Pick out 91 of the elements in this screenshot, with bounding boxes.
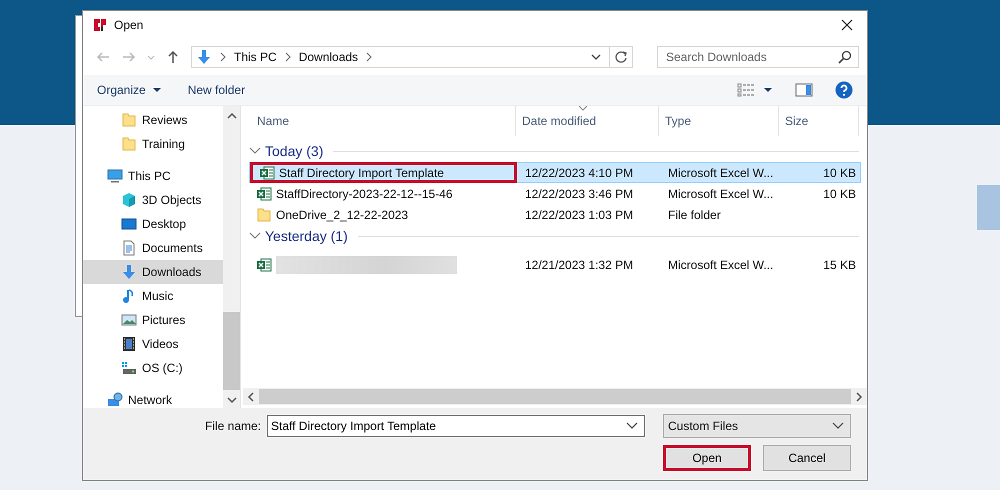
spreadsheet-icon — [256, 186, 272, 202]
nav-item[interactable]: Pictures — [83, 308, 223, 332]
scrollbar-thumb[interactable] — [223, 312, 240, 390]
cancel-button[interactable]: Cancel — [763, 445, 851, 471]
network-icon — [107, 392, 123, 408]
file-row[interactable]: Staff Directory Import Template 12/22/2023 4:10 PM Microsoft Excel W... 10 KB — [249, 162, 861, 183]
help-icon — [835, 81, 853, 99]
spreadsheet-icon — [259, 164, 275, 180]
scrollbar-thumb[interactable] — [259, 389, 851, 404]
group-header[interactable]: Today (3) — [249, 140, 861, 162]
chevron-down-icon — [147, 54, 155, 60]
preview-pane-button[interactable] — [793, 81, 815, 99]
column-header[interactable]: Size — [779, 106, 859, 136]
nav-item[interactable]: OS (C:) — [83, 356, 223, 380]
size-cell: 15 KB — [823, 258, 856, 272]
open-button[interactable]: Open — [663, 445, 751, 471]
column-header[interactable]: Type — [659, 106, 779, 136]
file-name: StaffDirectory-2023-22-12--15-46 — [276, 186, 453, 200]
date-cell: 12/21/2023 1:32 PM — [525, 258, 634, 272]
file-row[interactable]: StaffDirectory-2023-22-12--15-46 12/22/2023 3:46 PM Microsoft Excel W... 10 KB — [249, 183, 861, 204]
drive-icon — [121, 360, 137, 376]
nav-item[interactable]: Desktop — [83, 212, 223, 236]
refresh-icon — [614, 50, 628, 64]
chevron-down-icon — [626, 422, 638, 430]
nav-item[interactable]: Training — [83, 132, 223, 156]
monitor-icon — [121, 216, 137, 232]
nav-item[interactable]: Downloads — [83, 260, 223, 284]
document-icon — [121, 240, 137, 256]
file-row[interactable]: OneDrive_2_12-22-2023 12/22/2023 1:03 PM File folder — [249, 204, 861, 225]
breadcrumb[interactable]: This PC — [234, 50, 277, 64]
download-arrow-icon — [121, 264, 137, 280]
caret-icon — [152, 87, 162, 93]
chevron-up-icon — [226, 112, 236, 120]
file-name: OneDrive_2_12-22-2023 — [276, 208, 408, 222]
type-cell: Microsoft Excel W... — [668, 166, 774, 180]
chevron-right-icon — [284, 52, 292, 62]
size-cell: 10 KB — [823, 186, 856, 200]
chevron-right-icon — [219, 52, 227, 62]
chevron-left-icon — [247, 392, 255, 402]
date-cell: 12/22/2023 3:46 PM — [525, 186, 634, 200]
window-title: Open — [114, 18, 144, 32]
folder-icon — [121, 112, 137, 128]
search-icon — [838, 50, 852, 64]
size-cell: 10 KB — [823, 166, 856, 180]
cube-icon — [121, 192, 137, 208]
nav-item[interactable]: Documents — [83, 236, 223, 260]
monitor-icon — [107, 168, 123, 184]
download-arrow-icon — [196, 49, 212, 65]
nav-item[interactable]: Videos — [83, 332, 223, 356]
help-button[interactable] — [833, 79, 855, 101]
view-options-button[interactable] — [735, 81, 775, 99]
nav-item[interactable]: Reviews — [83, 108, 223, 132]
scrollbar[interactable] — [223, 106, 240, 408]
picture-icon — [121, 312, 137, 328]
type-cell: Microsoft Excel W... — [668, 186, 774, 200]
app-logo-icon — [91, 16, 109, 34]
date-cell: 12/22/2023 4:10 PM — [525, 166, 634, 180]
list-view-icon — [737, 83, 755, 97]
scrollbar[interactable] — [243, 388, 867, 405]
chevron-down-icon — [832, 422, 844, 430]
file-row[interactable]: 12/21/2023 1:32 PM Microsoft Excel W... 15 KB — [249, 253, 861, 276]
column-header[interactable]: Date modified — [516, 106, 659, 136]
nav-item[interactable]: Music — [83, 284, 223, 308]
address-bar[interactable]: This PC Downloads — [191, 46, 633, 68]
film-icon — [121, 336, 137, 352]
group-header[interactable]: Yesterday (1) — [249, 225, 861, 247]
type-cell: File folder — [668, 208, 721, 222]
close-icon — [841, 19, 853, 31]
chevron-right-icon — [855, 392, 863, 402]
nav-item[interactable]: This PC — [83, 164, 223, 188]
chevron-down-icon — [590, 52, 602, 62]
folder-icon — [256, 206, 272, 222]
breadcrumb[interactable]: Downloads — [298, 50, 358, 64]
file-type-dropdown[interactable]: Custom Files — [663, 414, 851, 438]
search-field[interactable]: Search Downloads — [657, 46, 859, 68]
nav-item[interactable]: 3D Objects — [83, 188, 223, 212]
preview-pane-icon — [795, 83, 813, 97]
new-folder-button[interactable]: New folder — [184, 81, 250, 99]
type-cell: Microsoft Excel W... — [668, 258, 774, 272]
date-cell: 12/22/2023 1:03 PM — [525, 208, 634, 222]
chevron-right-icon — [365, 52, 374, 62]
chevron-down-icon — [226, 396, 236, 404]
folder-icon — [121, 136, 137, 152]
field-label: File name: — [204, 419, 261, 433]
organize-menu[interactable]: Organize — [93, 81, 166, 99]
spreadsheet-icon — [256, 256, 272, 272]
column-header[interactable]: Name — [243, 106, 516, 136]
caret-icon — [763, 87, 773, 93]
file-name-field[interactable]: Staff Directory Import Template — [267, 415, 645, 437]
nav-item[interactable]: Network — [83, 388, 223, 412]
file-name: Staff Directory Import Template — [279, 166, 444, 180]
